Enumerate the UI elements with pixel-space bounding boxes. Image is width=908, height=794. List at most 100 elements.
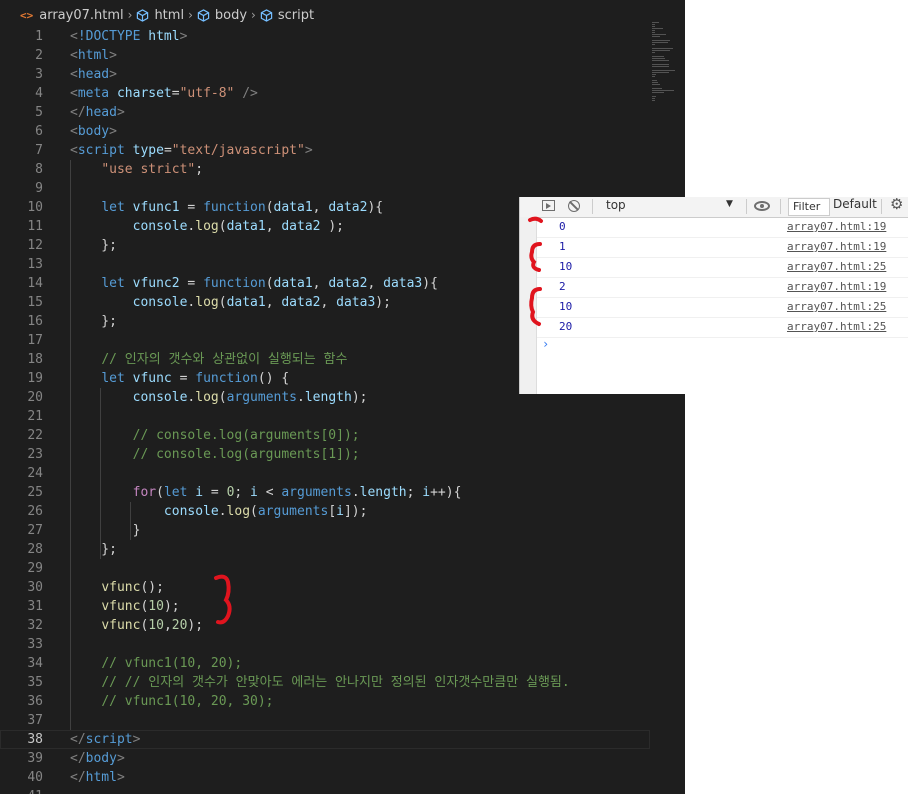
code-text: vfunc(10,20); — [70, 616, 203, 635]
code-line[interactable]: 8 "use strict"; — [0, 160, 650, 179]
console-prompt[interactable]: › — [542, 337, 549, 351]
code-token: < — [70, 124, 78, 139]
code-line[interactable]: 7 <script type="text/javascript"> — [0, 141, 650, 160]
code-line[interactable]: 34 // vfunc1(10, 20); — [0, 654, 650, 673]
code-line[interactable]: 40 </html> — [0, 768, 650, 787]
console-source-link[interactable]: array07.html:19 — [787, 217, 886, 237]
code-token: log — [195, 295, 219, 310]
code-line[interactable]: 37 — [0, 711, 650, 730]
eye-icon[interactable] — [754, 201, 770, 211]
code-token: ); — [163, 599, 180, 614]
context-selector[interactable]: top — [606, 198, 626, 212]
indent-guide — [130, 502, 131, 540]
code-token: ; — [406, 485, 423, 500]
code-line[interactable]: 4 <meta charset="utf-8" /> — [0, 84, 650, 103]
code-text: // // 인자의 갯수가 안맞아도 에러는 안나지만 정의된 인자갯수만큼만 … — [70, 673, 569, 692]
code-line[interactable]: 29 — [0, 559, 650, 578]
breadcrumb-label: array07.html — [39, 7, 124, 23]
code-line[interactable]: 33 — [0, 635, 650, 654]
minimap-line — [652, 40, 670, 41]
code-line[interactable]: 24 — [0, 464, 650, 483]
code-token: ( — [156, 485, 164, 500]
minimap-line — [652, 34, 666, 35]
code-line[interactable]: 36 // vfunc1(10, 20, 30); — [0, 692, 650, 711]
code-line[interactable]: 26 console.log(arguments[i]); — [0, 502, 650, 521]
code-line[interactable]: 31 vfunc(10); — [0, 597, 650, 616]
code-token: // vfunc1(10, 20, 30); — [101, 694, 274, 709]
breadcrumb-item[interactable]: html — [136, 8, 184, 23]
minimap-line — [652, 22, 659, 23]
minimap-line — [652, 80, 658, 81]
line-number: 23 — [27, 447, 43, 462]
line-number: 15 — [27, 295, 43, 310]
code-line[interactable]: 32 vfunc(10,20); — [0, 616, 650, 635]
code-token: < — [70, 86, 78, 101]
code-token: > — [179, 29, 188, 44]
code-token: ; — [195, 162, 204, 177]
filter-input[interactable]: Filter — [788, 198, 830, 216]
line-number: 30 — [27, 580, 43, 595]
console-value: 10 — [559, 300, 573, 313]
code-token: function — [203, 276, 266, 291]
breadcrumb-item[interactable]: body — [197, 8, 247, 23]
log-levels-selector[interactable]: Default — [833, 197, 877, 211]
chevron-right-icon: › — [188, 8, 193, 22]
console-message: 1 array07.html:19 — [537, 237, 908, 258]
console-source-link[interactable]: array07.html:25 — [787, 317, 886, 337]
minimap-line — [652, 36, 660, 37]
code-line[interactable]: 22 // console.log(arguments[0]); — [0, 426, 650, 445]
code-line[interactable]: 23 // console.log(arguments[1]); — [0, 445, 650, 464]
code-text: </body> — [70, 749, 125, 768]
code-line[interactable]: 41 — [0, 787, 650, 794]
code-text: <meta charset="utf-8" /> — [70, 84, 258, 103]
code-line[interactable]: 38 </script> — [0, 730, 650, 749]
line-number: 17 — [27, 333, 43, 348]
line-number: 14 — [27, 276, 43, 291]
console-source-link[interactable]: array07.html:19 — [787, 277, 886, 297]
minimap-line — [652, 90, 674, 91]
code-token: data2 — [328, 276, 368, 291]
code-line[interactable]: 25 for(let i = 0; i < arguments.length; … — [0, 483, 650, 502]
code-token: > — [116, 770, 125, 785]
console-source-link[interactable]: array07.html:19 — [787, 237, 886, 257]
minimap[interactable] — [652, 22, 684, 102]
clear-console-icon[interactable] — [568, 200, 580, 212]
minimap-line — [652, 88, 662, 89]
code-token: ( — [265, 200, 274, 215]
sidebar-toggle-icon[interactable] — [542, 200, 555, 211]
code-token: = — [179, 200, 204, 215]
breadcrumb-item[interactable]: script — [260, 8, 314, 23]
code-line[interactable]: 39 </body> — [0, 749, 650, 768]
minimap-line — [652, 52, 655, 53]
code-line[interactable]: 28 }; — [0, 540, 650, 559]
code-token: charset — [116, 86, 172, 101]
minimap-line — [652, 98, 656, 99]
annotation-bracket-1 — [529, 242, 542, 272]
code-line[interactable]: 3 <head> — [0, 65, 650, 84]
code-token: arguments — [226, 390, 298, 405]
context-dropdown-icon[interactable]: ▼ — [726, 199, 733, 209]
code-line[interactable]: 9 — [0, 179, 650, 198]
code-line[interactable]: 30 vfunc(); — [0, 578, 650, 597]
code-editor[interactable]: <> array07.html › html › body › script 1 <!DOCTY… — [0, 0, 685, 794]
code-line[interactable]: 5 </head> — [0, 103, 650, 122]
console-message: 10 array07.html:25 — [537, 257, 908, 278]
code-text: // vfunc1(10, 20); — [70, 654, 242, 673]
code-line[interactable]: 6 <body> — [0, 122, 650, 141]
code-area[interactable]: 1 <!DOCTYPE html> 2 <html> 3 <head> 4 <meta cha… — [0, 27, 650, 794]
code-line[interactable]: 27 } — [0, 521, 650, 540]
console-source-link[interactable]: array07.html:25 — [787, 297, 886, 317]
gear-icon[interactable]: ⚙ — [890, 197, 903, 213]
code-token: [ — [328, 504, 337, 519]
code-line[interactable]: 21 — [0, 407, 650, 426]
line-number: 7 — [35, 143, 43, 158]
breadcrumb-item[interactable]: <> array07.html — [20, 8, 124, 23]
code-line[interactable]: 35 // // 인자의 갯수가 안맞아도 에러는 안나지만 정의된 인자갯수만… — [0, 673, 650, 692]
console-source-link[interactable]: array07.html:25 — [787, 257, 886, 277]
code-token: // console.log(arguments[1]); — [132, 447, 360, 462]
chevron-right-icon: › — [251, 8, 256, 22]
code-line[interactable]: 1 <!DOCTYPE html> — [0, 27, 650, 46]
code-line[interactable]: 2 <html> — [0, 46, 650, 65]
code-token: </ — [70, 732, 86, 747]
code-token: data2 — [281, 219, 321, 234]
